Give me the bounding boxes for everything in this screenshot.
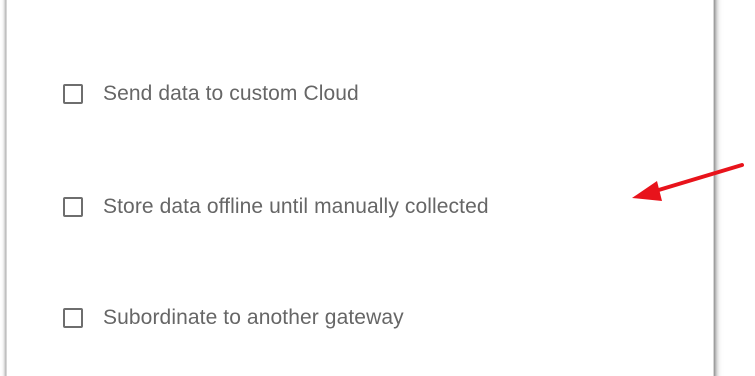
subordinate-gateway-label: Subordinate to another gateway [103,306,404,329]
send-to-custom-cloud-checkbox[interactable] [63,84,83,104]
store-offline-checkbox[interactable] [63,197,83,217]
send-to-custom-cloud-label: Send data to custom Cloud [103,82,359,105]
subordinate-gateway-checkbox[interactable] [63,308,83,328]
store-offline-label: Store data offline until manually collec… [103,195,489,218]
screenshot-canvas: Send data to custom Cloud Store data off… [0,0,755,376]
option-store-offline[interactable]: Store data offline until manually collec… [63,187,489,227]
option-send-to-custom-cloud[interactable]: Send data to custom Cloud [63,74,359,114]
option-subordinate-gateway[interactable]: Subordinate to another gateway [63,298,404,338]
settings-panel: Send data to custom Cloud Store data off… [6,0,714,376]
